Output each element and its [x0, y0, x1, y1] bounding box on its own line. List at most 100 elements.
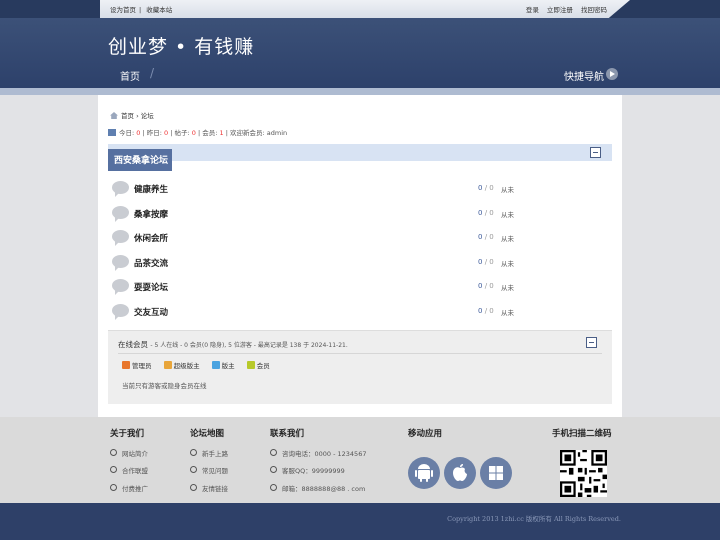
nav-separator: / — [150, 66, 155, 80]
legend-item: 超级版主 — [163, 361, 200, 370]
member-legend: 管理员 超级版主 版主 会员 — [122, 360, 280, 370]
footer-mobile-title: 移动应用 — [408, 429, 443, 439]
newest-member-link[interactable]: admin — [267, 129, 287, 137]
forum-last-post: 从未 — [501, 235, 514, 243]
forum-count: 0 / 0 — [478, 233, 494, 241]
forum-row[interactable]: 交友互动 0 / 0 从未 — [112, 304, 532, 324]
forum-bubble-icon — [112, 255, 129, 271]
android-icon[interactable] — [408, 457, 440, 489]
today-label: 今日: — [119, 129, 135, 137]
forgot-password-link[interactable]: 找回密码 — [581, 6, 607, 14]
site-logo[interactable]: 创业梦 • 有钱赚 — [108, 32, 254, 59]
count-separator: / — [484, 258, 488, 266]
footer-about-title: 关于我们 — [110, 429, 145, 439]
count-separator: / — [484, 184, 488, 192]
set-home-link[interactable]: 设为首页 — [110, 6, 136, 14]
thread-count: 0 — [478, 282, 483, 290]
forum-bubble-icon — [112, 304, 129, 320]
forum-name-link[interactable]: 交友互动 — [134, 306, 168, 318]
footer-contact-phone: 咨询电话：0000 - 1234567 — [270, 448, 366, 458]
footer-link[interactable]: 新手上路 — [190, 448, 228, 458]
welcome-text: 欢迎新会员: — [230, 129, 265, 137]
breadcrumb-arrow: › — [136, 112, 139, 120]
top-separator: | — [139, 6, 142, 14]
forum-row[interactable]: 耍耍论坛 0 / 0 从未 — [112, 279, 532, 299]
yesterday-label: 昨日: — [146, 129, 162, 137]
footer-link[interactable]: 友情链接 — [190, 483, 228, 493]
members-count: 1 — [219, 129, 224, 137]
collapse-forum-group-button[interactable] — [590, 147, 601, 158]
footer-link[interactable]: 常见问题 — [190, 465, 228, 475]
footer-contact-title: 联系我们 — [270, 429, 305, 439]
footer-link[interactable]: 网站简介 — [110, 448, 148, 458]
forum-count: 0 / 0 — [478, 184, 494, 192]
windows-icon[interactable] — [480, 457, 512, 489]
members-label: 会员: — [202, 129, 218, 137]
nav-home[interactable]: 首页 — [120, 68, 140, 83]
bookmark-link[interactable]: 收藏本站 — [146, 6, 172, 14]
quick-nav-button[interactable]: 快捷导航 — [564, 68, 604, 83]
forum-row[interactable]: 品茶交流 0 / 0 从未 — [112, 255, 532, 275]
count-separator: / — [484, 233, 488, 241]
legend-label: 版主 — [221, 362, 235, 370]
online-title-text[interactable]: 在线会员 — [118, 340, 148, 349]
count-separator: / — [484, 209, 488, 217]
posts-count: 0 — [191, 129, 196, 137]
legend-label: 管理员 — [132, 362, 152, 370]
forum-name-link[interactable]: 品茶交流 — [134, 257, 168, 269]
forum-count: 0 / 0 — [478, 258, 494, 266]
forum-row[interactable]: 休闲会所 0 / 0 从未 — [112, 230, 532, 250]
forum-bubble-icon — [112, 181, 129, 197]
footer-link[interactable]: 合作联盟 — [110, 465, 148, 475]
forum-last-post: 从未 — [501, 211, 514, 219]
footer-link[interactable]: 付费推广 — [110, 483, 148, 493]
thread-count: 0 — [478, 209, 483, 217]
divider — [118, 353, 602, 354]
home-icon[interactable] — [110, 112, 118, 119]
forum-last-post: 从未 — [501, 284, 514, 292]
moderator-badge-icon — [211, 361, 220, 369]
play-arrow-icon[interactable] — [606, 68, 618, 80]
forum-name-link[interactable]: 健康养生 — [134, 183, 168, 195]
breadcrumb-current[interactable]: 论坛 — [141, 112, 154, 120]
top-links-right: 登录 立即注册 找回密码 — [520, 4, 607, 14]
register-link[interactable]: 立即注册 — [547, 6, 573, 14]
thread-count: 0 — [478, 258, 483, 266]
forum-count: 0 / 0 — [478, 307, 494, 315]
forum-last-post: 从未 — [501, 186, 514, 194]
breadcrumb: 首页 › 论坛 — [110, 110, 154, 120]
top-links-left: 设为首页 | 收藏本站 — [110, 4, 175, 14]
forum-row[interactable]: 健康养生 0 / 0 从未 — [112, 181, 532, 201]
collapse-online-button[interactable] — [586, 337, 597, 348]
forum-bubble-icon — [112, 230, 129, 246]
forum-count: 0 / 0 — [478, 209, 494, 217]
forum-row[interactable]: 桑拿按摩 0 / 0 从未 — [112, 206, 532, 226]
post-count: 0 — [489, 258, 494, 266]
forum-group-header — [108, 144, 612, 161]
forum-group-title[interactable]: 西安桑拿论坛 — [108, 149, 172, 171]
top-bar: 设为首页 | 收藏本站 登录 立即注册 找回密码 — [0, 0, 720, 20]
footer-contact-email: 邮箱：8888888@88 . com — [270, 483, 365, 493]
header-stripe — [0, 88, 720, 95]
forum-count: 0 / 0 — [478, 282, 494, 290]
forum-name-link[interactable]: 耍耍论坛 — [134, 281, 168, 293]
login-link[interactable]: 登录 — [526, 6, 539, 14]
forum-last-post: 从未 — [501, 309, 514, 317]
footer-sitemap-title: 论坛地图 — [190, 429, 225, 439]
apple-icon[interactable] — [444, 457, 476, 489]
online-summary: - 5 人在线 - 0 会员(0 隐身), 5 位游客 - 最高记录是 138 … — [150, 342, 348, 349]
forum-name-link[interactable]: 休闲会所 — [134, 232, 168, 244]
stats-chart-icon — [108, 129, 116, 136]
forum-name-link[interactable]: 桑拿按摩 — [134, 208, 168, 220]
breadcrumb-home[interactable]: 首页 — [121, 112, 134, 120]
posts-label: 帖子: — [174, 129, 190, 137]
forum-bubble-icon — [112, 279, 129, 295]
online-note: 当前只有游客或隐身会员在线 — [122, 382, 207, 390]
legend-label: 超级版主 — [173, 362, 200, 370]
admin-badge-icon — [122, 361, 130, 369]
today-count: 0 — [136, 129, 141, 137]
post-count: 0 — [489, 209, 494, 217]
post-count: 0 — [489, 282, 494, 290]
footer-qr-title: 手机扫描二维码 — [552, 429, 612, 439]
forum-stats: 今日: 0 | 昨日: 0 | 帖子: 0 | 会员: 1 | 欢迎新会员: a… — [108, 127, 287, 137]
